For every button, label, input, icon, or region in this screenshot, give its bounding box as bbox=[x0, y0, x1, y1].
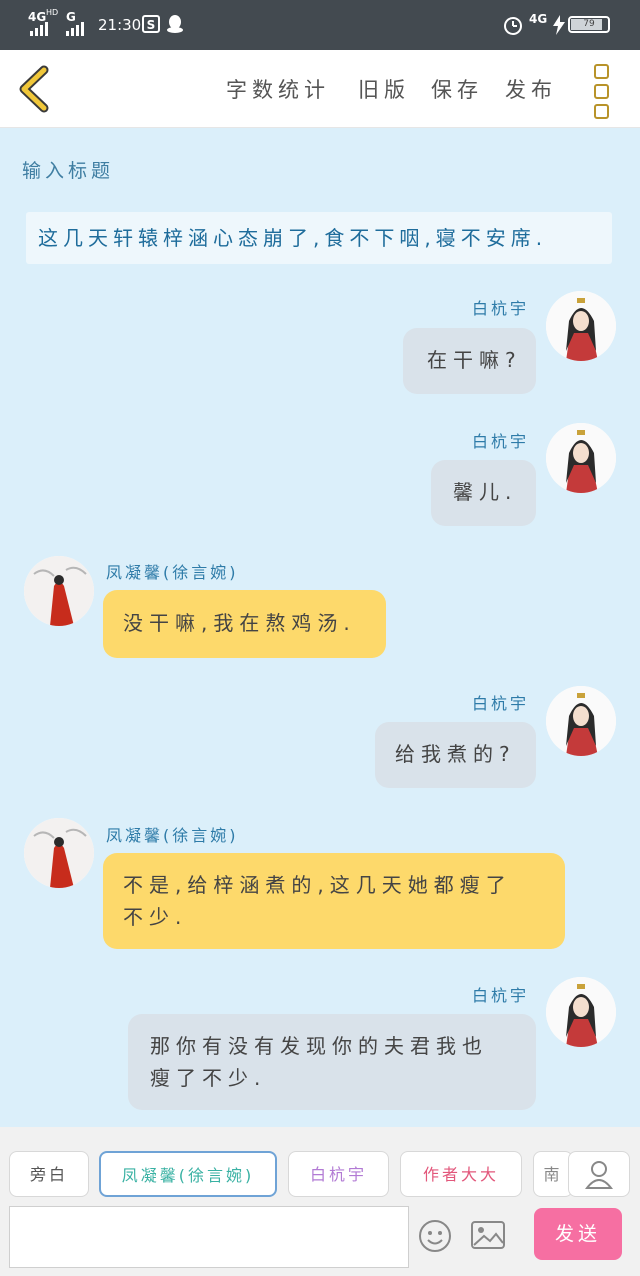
male-character-icon bbox=[546, 291, 616, 361]
back-arrow-icon[interactable] bbox=[12, 64, 56, 114]
avatar-male[interactable] bbox=[546, 686, 616, 756]
speaker-name: 凤凝馨(徐言婉) bbox=[106, 563, 239, 582]
notification-s-icon: S bbox=[142, 15, 160, 33]
network-right-label: 4G bbox=[529, 12, 548, 26]
image-icon[interactable] bbox=[470, 1219, 506, 1251]
status-bar: 4G HD G 21:30 S 4G 79 bbox=[0, 0, 640, 50]
speaker-name: 白杭宇 bbox=[472, 694, 530, 713]
hd-label: HD bbox=[46, 8, 59, 17]
editor-header: 字数统计 旧版 保存 发布 bbox=[0, 50, 640, 128]
role-tab-narrator[interactable]: 旁白 bbox=[9, 1151, 89, 1197]
chat-bubble-line: 不是,给梓涵煮的,这几天她都瘦了 bbox=[123, 873, 512, 897]
old-version-button[interactable]: 旧版 bbox=[358, 74, 410, 104]
chat-bubble-line: 瘦了不少. bbox=[150, 1066, 267, 1090]
male-character-icon bbox=[546, 686, 616, 756]
svg-text:S: S bbox=[147, 18, 156, 32]
chat-bubble[interactable]: 给我煮的? bbox=[375, 722, 536, 788]
male-character-icon bbox=[546, 977, 616, 1047]
chat-bubble-line: 那你有没有发现你的夫君我也 bbox=[150, 1034, 488, 1058]
more-menu-icon[interactable] bbox=[594, 64, 616, 119]
emoji-icon[interactable] bbox=[418, 1219, 452, 1253]
avatar-male[interactable] bbox=[546, 977, 616, 1047]
battery-icon: 79 bbox=[568, 16, 610, 33]
speaker-name: 凤凝馨(徐言婉) bbox=[106, 826, 239, 845]
female-character-icon bbox=[24, 818, 94, 888]
role-tab-more[interactable]: 南 bbox=[533, 1151, 573, 1197]
role-tab-author[interactable]: 作者大大 bbox=[400, 1151, 522, 1197]
person-icon bbox=[584, 1161, 614, 1189]
word-count-button[interactable]: 字数统计 bbox=[226, 74, 330, 104]
avatar-female[interactable] bbox=[24, 818, 94, 888]
battery-level: 79 bbox=[583, 19, 595, 29]
chat-bubble[interactable]: 没干嘛,我在熬鸡汤. bbox=[103, 590, 386, 658]
avatar-male[interactable] bbox=[546, 291, 616, 361]
role-tab-fengningxin[interactable]: 凤凝馨(徐言婉) bbox=[99, 1151, 277, 1197]
speaker-name: 白杭宇 bbox=[472, 986, 530, 1005]
charging-icon bbox=[553, 15, 565, 35]
save-button[interactable]: 保存 bbox=[431, 74, 483, 104]
male-character-icon bbox=[546, 423, 616, 493]
chat-bubble[interactable]: 馨儿. bbox=[431, 460, 536, 526]
chat-bubble-line: 不少. bbox=[123, 905, 188, 929]
female-character-icon bbox=[24, 556, 94, 626]
add-role-button[interactable] bbox=[568, 1151, 630, 1197]
signal2-icon bbox=[66, 22, 84, 36]
title-input[interactable]: 输入标题 bbox=[22, 156, 114, 183]
avatar-female[interactable] bbox=[24, 556, 94, 626]
speaker-name: 白杭宇 bbox=[472, 432, 530, 451]
send-button[interactable]: 发送 bbox=[534, 1208, 622, 1260]
publish-button[interactable]: 发布 bbox=[505, 74, 557, 104]
signal-icon bbox=[30, 22, 48, 36]
chat-bubble[interactable]: 那你有没有发现你的夫君我也 瘦了不少. bbox=[128, 1014, 536, 1110]
alarm-icon bbox=[504, 17, 522, 35]
speaker-name: 白杭宇 bbox=[472, 299, 530, 318]
narration-text[interactable]: 这几天轩辕梓涵心态崩了,食不下咽,寝不安席. bbox=[26, 212, 612, 264]
chat-bubble[interactable]: 不是,给梓涵煮的,这几天她都瘦了 不少. bbox=[103, 853, 565, 949]
clock: 21:30 bbox=[98, 16, 142, 34]
qq-icon bbox=[167, 15, 183, 33]
avatar-male[interactable] bbox=[546, 423, 616, 493]
chat-bubble[interactable]: 在干嘛? bbox=[403, 328, 536, 394]
role-tab-baihangyu[interactable]: 白杭宇 bbox=[288, 1151, 389, 1197]
message-input[interactable] bbox=[9, 1206, 409, 1268]
